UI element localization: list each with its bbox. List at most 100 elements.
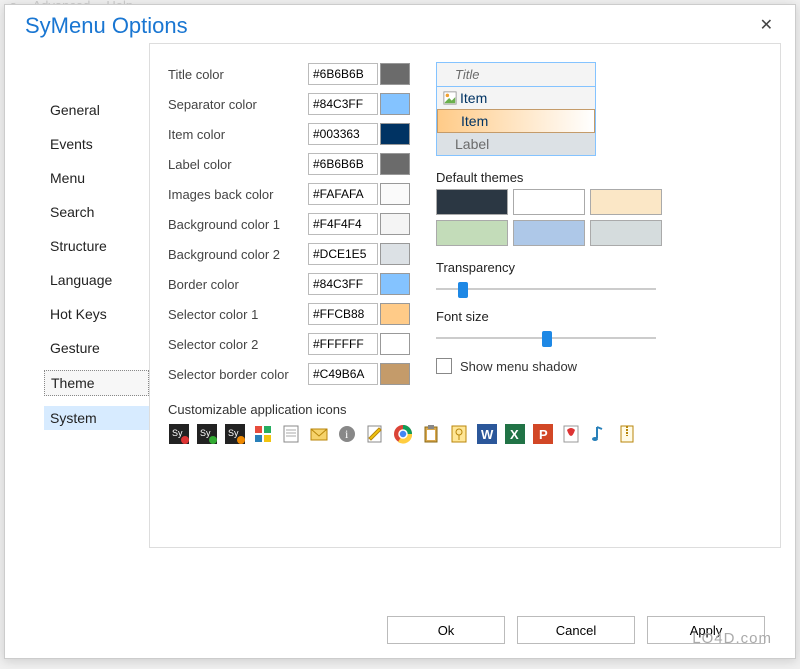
icon-pdf[interactable] bbox=[560, 423, 582, 445]
icon-music[interactable] bbox=[588, 423, 610, 445]
swatch-selborder[interactable] bbox=[380, 363, 410, 385]
sidebar-item-menu[interactable]: Menu bbox=[44, 166, 149, 190]
transparency-slider[interactable] bbox=[436, 279, 656, 299]
swatch-border[interactable] bbox=[380, 273, 410, 295]
themes-label: Default themes bbox=[436, 170, 762, 185]
label-bg1: Background color 1 bbox=[168, 217, 308, 232]
row-bg2: Background color 2 bbox=[168, 242, 410, 266]
sidebar-item-general[interactable]: General bbox=[44, 98, 149, 122]
theme-swatch-1[interactable] bbox=[436, 189, 508, 215]
sidebar-item-theme[interactable]: Theme bbox=[44, 370, 149, 396]
title-bar: SyMenu Options ✕ bbox=[5, 5, 795, 43]
cancel-button[interactable]: Cancel bbox=[517, 616, 635, 644]
preview-title: Title bbox=[437, 63, 595, 87]
input-item-color[interactable] bbox=[308, 123, 378, 145]
swatch-sel1[interactable] bbox=[380, 303, 410, 325]
icon-info[interactable]: i bbox=[336, 423, 358, 445]
theme-swatch-2[interactable] bbox=[513, 189, 585, 215]
icon-zip[interactable] bbox=[616, 423, 638, 445]
apply-button[interactable]: Apply bbox=[647, 616, 765, 644]
icon-clipboard[interactable] bbox=[420, 423, 442, 445]
label-border: Border color bbox=[168, 277, 308, 292]
svg-text:P: P bbox=[539, 427, 548, 442]
label-images-back: Images back color bbox=[168, 187, 308, 202]
row-selborder: Selector border color bbox=[168, 362, 410, 386]
swatch-separator-color[interactable] bbox=[380, 93, 410, 115]
svg-text:W: W bbox=[481, 427, 494, 442]
label-label-color: Label color bbox=[168, 157, 308, 172]
svg-text:Sy: Sy bbox=[228, 428, 239, 438]
input-sel2[interactable] bbox=[308, 333, 378, 355]
input-separator-color[interactable] bbox=[308, 93, 378, 115]
options-window: SyMenu Options ✕ General Events Menu Sea… bbox=[4, 4, 796, 659]
icon-chrome[interactable] bbox=[392, 423, 414, 445]
sidebar-item-events[interactable]: Events bbox=[44, 132, 149, 156]
theme-swatch-6[interactable] bbox=[590, 220, 662, 246]
app-icons-row: Sy Sy Sy i W X P bbox=[168, 423, 762, 445]
icon-sy-orange[interactable]: Sy bbox=[224, 423, 246, 445]
shadow-label: Show menu shadow bbox=[460, 359, 577, 374]
theme-swatch-4[interactable] bbox=[436, 220, 508, 246]
close-icon[interactable]: ✕ bbox=[752, 13, 781, 37]
swatch-sel2[interactable] bbox=[380, 333, 410, 355]
preview-label: Label bbox=[437, 133, 595, 155]
icon-excel[interactable]: X bbox=[504, 423, 526, 445]
shadow-checkbox[interactable] bbox=[436, 358, 452, 374]
input-title-color[interactable] bbox=[308, 63, 378, 85]
fontsize-thumb[interactable] bbox=[542, 331, 552, 347]
label-item-color: Item color bbox=[168, 127, 308, 142]
swatch-item-color[interactable] bbox=[380, 123, 410, 145]
fontsize-slider[interactable] bbox=[436, 328, 656, 348]
ok-button[interactable]: Ok bbox=[387, 616, 505, 644]
sidebar-item-search[interactable]: Search bbox=[44, 200, 149, 224]
input-selborder[interactable] bbox=[308, 363, 378, 385]
transparency-label: Transparency bbox=[436, 260, 762, 275]
theme-swatch-3[interactable] bbox=[590, 189, 662, 215]
row-images-back: Images back color bbox=[168, 182, 410, 206]
row-border: Border color bbox=[168, 272, 410, 296]
label-title-color: Title color bbox=[168, 67, 308, 82]
swatch-bg1[interactable] bbox=[380, 213, 410, 235]
svg-text:Sy: Sy bbox=[172, 428, 183, 438]
icon-sy-red[interactable]: Sy bbox=[168, 423, 190, 445]
icon-note[interactable] bbox=[280, 423, 302, 445]
svg-text:Sy: Sy bbox=[200, 428, 211, 438]
theme-panel: Title color Separator color Item color bbox=[149, 43, 781, 548]
label-sel2: Selector color 2 bbox=[168, 337, 308, 352]
input-sel1[interactable] bbox=[308, 303, 378, 325]
row-bg1: Background color 1 bbox=[168, 212, 410, 236]
input-bg1[interactable] bbox=[308, 213, 378, 235]
icons-section-label: Customizable application icons bbox=[168, 402, 762, 417]
sidebar-item-language[interactable]: Language bbox=[44, 268, 149, 292]
default-themes bbox=[436, 189, 762, 246]
input-label-color[interactable] bbox=[308, 153, 378, 175]
preview-item-2: Item bbox=[437, 109, 595, 133]
icon-windows[interactable] bbox=[252, 423, 274, 445]
preview-item-1: Item bbox=[437, 87, 595, 109]
icon-powerpoint[interactable]: P bbox=[532, 423, 554, 445]
sidebar-item-structure[interactable]: Structure bbox=[44, 234, 149, 258]
fontsize-label: Font size bbox=[436, 309, 762, 324]
row-sel1: Selector color 1 bbox=[168, 302, 410, 326]
swatch-label-color[interactable] bbox=[380, 153, 410, 175]
sidebar-item-hotkeys[interactable]: Hot Keys bbox=[44, 302, 149, 326]
icon-envelope[interactable] bbox=[308, 423, 330, 445]
swatch-title-color[interactable] bbox=[380, 63, 410, 85]
row-separator-color: Separator color bbox=[168, 92, 410, 116]
theme-swatch-5[interactable] bbox=[513, 220, 585, 246]
dialog-buttons: Ok Cancel Apply bbox=[387, 616, 765, 644]
sidebar-item-system[interactable]: System bbox=[44, 406, 149, 430]
swatch-images-back[interactable] bbox=[380, 183, 410, 205]
icon-keycard[interactable] bbox=[448, 423, 470, 445]
transparency-thumb[interactable] bbox=[458, 282, 468, 298]
label-bg2: Background color 2 bbox=[168, 247, 308, 262]
swatch-bg2[interactable] bbox=[380, 243, 410, 265]
icon-edit[interactable] bbox=[364, 423, 386, 445]
label-sel1: Selector color 1 bbox=[168, 307, 308, 322]
input-images-back[interactable] bbox=[308, 183, 378, 205]
icon-sy-green[interactable]: Sy bbox=[196, 423, 218, 445]
sidebar-item-gesture[interactable]: Gesture bbox=[44, 336, 149, 360]
icon-word[interactable]: W bbox=[476, 423, 498, 445]
input-border[interactable] bbox=[308, 273, 378, 295]
input-bg2[interactable] bbox=[308, 243, 378, 265]
